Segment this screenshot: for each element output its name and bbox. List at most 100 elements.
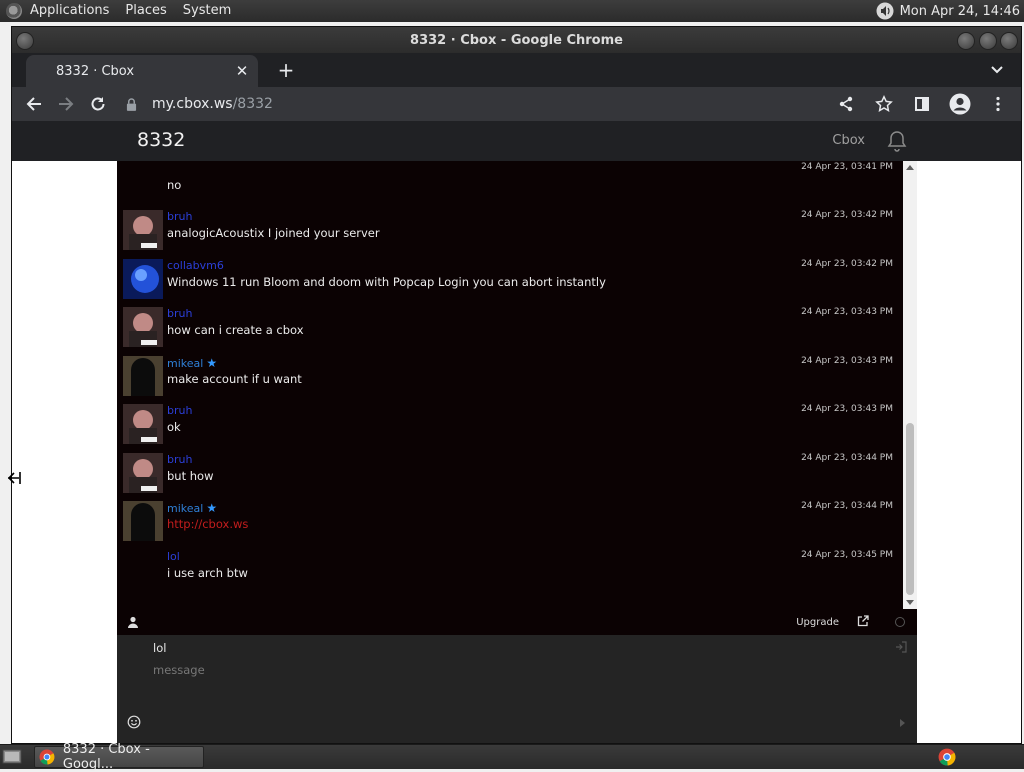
login-icon[interactable] [895,641,907,653]
applications-menu[interactable]: Applications [22,0,117,22]
message-timestamp: 24 Apr 23, 03:44 PM [801,452,893,463]
chrome-logo-icon [39,749,55,765]
share-icon [839,96,853,112]
username-text: bruh [167,210,193,223]
username-text: mikeal [167,356,204,370]
back-button[interactable] [18,88,50,120]
message-username[interactable]: lol [167,550,180,563]
message-timestamp: 24 Apr 23, 03:45 PM [801,549,893,560]
external-link-icon[interactable] [857,615,869,627]
forward-button[interactable] [50,88,82,120]
reload-button[interactable] [82,88,114,120]
side-panel-button[interactable] [905,88,939,120]
profile-avatar-icon [949,93,971,115]
browser-toolbar: my.cbox.ws/8332 [12,87,1021,121]
chat-message: 24 Apr 23, 03:41 PM no [117,161,903,196]
user-icon[interactable] [127,616,139,628]
username-text: collabvm6 [167,258,224,272]
close-window-button[interactable] [1000,32,1018,50]
page-title: 8332 [137,129,186,151]
username-text: lol [167,549,180,563]
message-text: ok [167,420,181,434]
chat-message: mikeal ★ 24 Apr 23, 03:44 PM http://cbox.ws [117,487,903,541]
show-desktop-icon[interactable] [2,748,22,765]
tab-strip: 8332 · Cbox ✕ + [12,53,1021,87]
side-panel-icon [915,97,929,111]
message-username[interactable]: mikeal ★ [167,356,217,370]
cbox-chat: 24 Apr 23, 03:41 PM no bruh 24 Apr 23, 03:4… [117,161,917,743]
minimize-button[interactable] [957,32,975,50]
clock[interactable]: Mon Apr 24, 14:46 [900,4,1020,19]
name-field[interactable] [153,641,353,655]
url-host: my.cbox.ws [152,96,233,112]
message-timestamp: 24 Apr 23, 03:42 PM [801,210,893,220]
chat-message: bruh 24 Apr 23, 03:42 PM analogicAcoustix … [117,196,903,250]
message-list[interactable]: 24 Apr 23, 03:41 PM no bruh 24 Apr 23, 03:4… [117,161,903,609]
emoji-icon[interactable] [127,715,141,729]
tab-title: 8332 · Cbox [56,63,135,79]
message-timestamp: 24 Apr 23, 03:43 PM [801,355,893,366]
message-username[interactable]: bruh [167,404,192,417]
chat-message: mikeal ★ 24 Apr 23, 03:43 PM make account i… [117,342,903,396]
scroll-up-arrow-icon[interactable] [906,165,914,170]
chrome-menu-button[interactable] [981,88,1015,120]
connection-status-icon [895,617,905,627]
window-titlebar[interactable]: 8332 · Cbox - Google Chrome [12,27,1021,53]
share-button[interactable] [829,88,863,120]
message-text: analogicAcoustix I joined your server [167,226,380,240]
message-username[interactable]: bruh [167,210,192,223]
tab-8332-cbox[interactable]: 8332 · Cbox ✕ [26,55,258,87]
mouse-cursor-icon [7,472,21,484]
compose-area [117,635,917,743]
username-text: mikeal [167,502,204,515]
message-text: how can i create a cbox [167,323,304,337]
gnome-foot-icon[interactable] [6,3,22,19]
chat-footer: Upgrade [117,609,917,635]
message-username[interactable]: mikeal ★ [167,501,217,515]
message-username[interactable]: collabvm6 [167,259,224,272]
message-timestamp: 24 Apr 23, 03:43 PM [801,404,893,414]
system-menu[interactable]: System [175,0,239,22]
message-text: no [167,178,182,192]
username-text: bruh [167,307,193,320]
upgrade-link[interactable]: Upgrade [796,617,839,628]
message-link[interactable]: http://cbox.ws [167,517,248,531]
tab-close-icon[interactable]: ✕ [234,62,250,80]
message-timestamp: 24 Apr 23, 03:43 PM [801,307,893,317]
chat-scrollbar[interactable] [903,161,917,609]
volume-icon[interactable] [876,2,894,20]
scrollbar-thumb[interactable] [906,423,914,595]
bottom-panel: 8332 · Cbox - Googl... [0,742,1024,772]
profile-button[interactable] [943,88,977,120]
username-text: bruh [167,452,193,466]
forward-arrow-icon [59,97,74,111]
message-timestamp: 24 Apr 23, 03:42 PM [801,258,893,269]
message-username[interactable]: bruh [167,453,192,466]
address-bar[interactable]: my.cbox.ws/8332 [126,89,926,119]
window-menu-icon[interactable] [16,32,34,50]
message-timestamp: 24 Apr 23, 03:44 PM [801,501,893,511]
message-text: but how [167,468,214,483]
message-username[interactable]: bruh [167,307,192,320]
url-path: /8332 [232,96,273,112]
reload-icon [91,97,105,111]
scroll-down-arrow-icon[interactable] [906,600,914,605]
message-text: make account if u want [167,371,302,386]
message-input[interactable] [153,663,853,677]
taskbar-chrome-window[interactable]: 8332 · Cbox - Googl... [34,742,204,772]
new-tab-button[interactable]: + [274,58,298,82]
kebab-menu-icon [996,96,1000,112]
tab-search-chevron-icon[interactable] [989,61,1005,77]
window-title: 8332 · Cbox - Google Chrome [410,32,623,48]
lock-icon[interactable] [126,97,142,111]
star-icon [875,95,893,112]
bell-icon[interactable] [885,129,909,153]
tray-chrome-icon[interactable] [938,748,956,766]
cbox-brand-link[interactable]: Cbox [832,133,865,148]
chat-message: lol 24 Apr 23, 03:45 PM i use arch btw [117,536,903,585]
send-arrow-icon[interactable] [900,719,905,727]
message-text: i use arch btw [167,565,248,580]
places-menu[interactable]: Places [117,0,174,22]
maximize-button[interactable] [979,32,997,50]
bookmark-button[interactable] [867,88,901,120]
